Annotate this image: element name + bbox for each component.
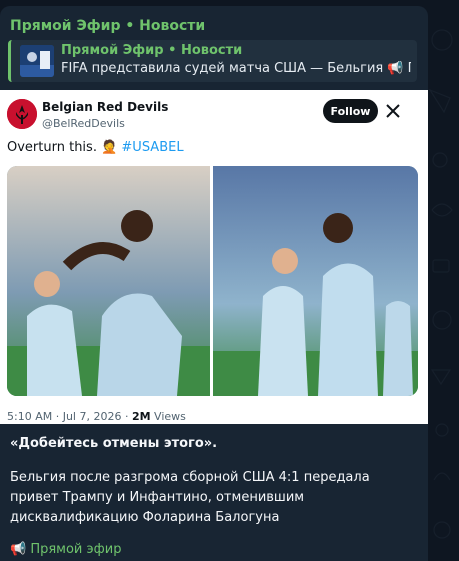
message-bubble: Прямой Эфир • Новости Прямой Эфир • Ново…: [0, 6, 428, 561]
belgium-devil-logo-icon: [7, 99, 37, 129]
tweet-timestamp[interactable]: 5:10 AM · Jul 7, 2026 ·: [7, 410, 132, 423]
tweet-meta: 5:10 AM · Jul 7, 2026 · 2M Views: [7, 410, 186, 423]
reply-text: FIFA представила судей матча США — Бельг…: [61, 61, 411, 76]
tweet-author-handle[interactable]: @BelRedDevils: [42, 117, 125, 130]
follow-button[interactable]: Follow: [323, 99, 378, 123]
tweet-views-count: 2M: [131, 410, 151, 423]
reply-title: Прямой Эфир • Новости: [61, 43, 243, 58]
x-logo-icon[interactable]: [385, 103, 401, 119]
tweet-hashtag[interactable]: #USABEL: [121, 140, 183, 155]
tweet-photo-2[interactable]: [213, 166, 418, 396]
tweet-photo-1[interactable]: [7, 166, 210, 396]
channel-link[interactable]: 📢 Прямой эфир: [10, 542, 121, 557]
reply-thumbnail: [20, 45, 54, 77]
channel-name[interactable]: Прямой Эфир • Новости: [10, 18, 205, 34]
tweet-embed[interactable]: Belgian Red Devils @BelRedDevils Follow …: [0, 90, 428, 424]
tweet-author-name[interactable]: Belgian Red Devils: [42, 100, 168, 114]
tweet-text-plain: Overturn this. 🤦: [7, 140, 118, 155]
tweet-text: Overturn this. 🤦 #USABEL: [7, 140, 184, 155]
avatar[interactable]: [7, 99, 37, 129]
message-quote: «Добейтесь отмены этого».: [10, 436, 218, 451]
message-body: Бельгия после разгрома сборной США 4:1 п…: [10, 470, 370, 525]
reply-preview[interactable]: Прямой Эфир • Новости FIFA представила с…: [8, 40, 417, 82]
tweet-views-label: Views: [150, 410, 186, 423]
